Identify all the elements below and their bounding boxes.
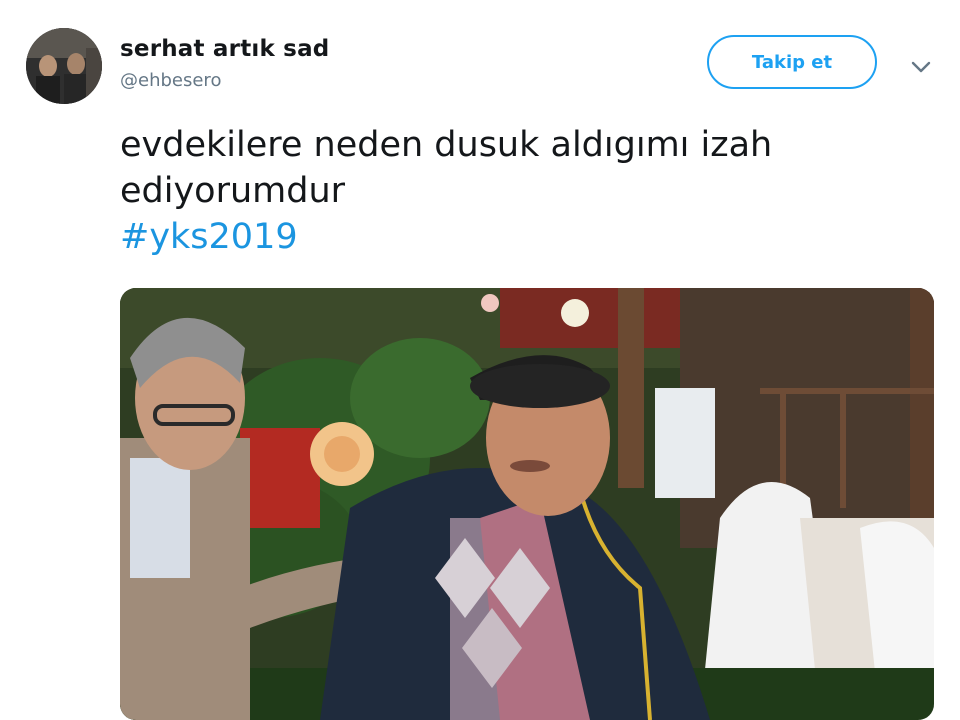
follow-button[interactable]: Takip et xyxy=(707,35,877,89)
tweet-menu-button[interactable] xyxy=(906,52,936,82)
tweet-text: evdekilere neden dusuk aldıgımı izah edi… xyxy=(120,122,920,260)
user-avatar[interactable] xyxy=(26,28,102,104)
tweet-media[interactable] xyxy=(120,288,934,720)
user-handle[interactable]: @ehbesero xyxy=(120,70,221,91)
tweet-text-line-1: evdekilere neden dusuk aldıgımı izah xyxy=(120,125,773,165)
user-display-name[interactable]: serhat artık sad xyxy=(120,36,329,62)
avatar-photo-icon xyxy=(26,28,102,104)
video-still-image xyxy=(120,288,934,720)
chevron-down-icon xyxy=(911,61,931,73)
tweet-text-line-2: ediyorumdur xyxy=(120,171,346,211)
tweet-header: serhat artık sad @ehbesero Takip et xyxy=(0,0,960,110)
hashtag-link[interactable]: #yks2019 xyxy=(120,214,920,260)
